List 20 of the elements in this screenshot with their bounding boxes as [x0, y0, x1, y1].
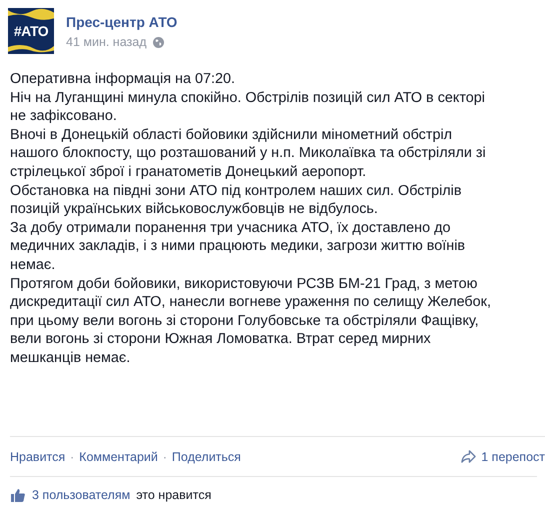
action-link[interactable]: Поделиться [172, 450, 241, 464]
globe-icon [152, 36, 164, 48]
thumbs-up-icon [10, 487, 26, 503]
likes-count-link[interactable]: 3 пользователям [32, 488, 130, 502]
action-link[interactable]: Нравится [10, 450, 66, 464]
post-paragraph: Ніч на Луганщині минула спокійно. Обстрілів позицій сил АТО в секторі не зафіксовано. [10, 88, 486, 126]
action-link[interactable]: Комментарий [79, 450, 158, 464]
separator-dot: · [70, 450, 74, 464]
post-paragraph: Протягом доби бойовики, використовуючи РСЗВ БМ-21 Град, з метою дискредитації сил АТО, нанесли вогневе ураження по селищу Желебок, при цьому вели вогонь зі сторони Голубовське та обстріляли Фащівку, вели вогонь зі сторони Южная Ломоватка. Втрат серед мирних мешканців немає. [10, 274, 492, 368]
page-name-link[interactable]: Прес-центр АТО [66, 14, 178, 30]
shares-link[interactable]: 1 перепост [481, 450, 545, 464]
separator-dot: · [162, 450, 167, 464]
post-paragraph: За добу отримали поранення три учасника АТО, їх доставлено до медичних закладів, і з ними працюють медики, загрози життю воїнів немає. [10, 218, 466, 275]
likes-text: это нравится [136, 488, 212, 502]
share-arrow-icon [460, 449, 478, 464]
logo-text: #АТО [14, 23, 48, 39]
page-logo [8, 8, 54, 54]
post-paragraph: Вночі в Донецькій області бойовики здійснили мінометний обстріл нашого блокпосту, що розташований у н.п. Миколаївка та обстріляли зі стрілецької зброї і гранатометів Донецький аеропорт. [10, 126, 487, 182]
post-paragraph: Оперативна інформація на 07:20. [10, 70, 236, 89]
post-paragraph: Обстановка на півдні зони АТО під контролем наших сил. Обстрілів позицій українських військовослужбовців не відбулось. [10, 182, 463, 219]
